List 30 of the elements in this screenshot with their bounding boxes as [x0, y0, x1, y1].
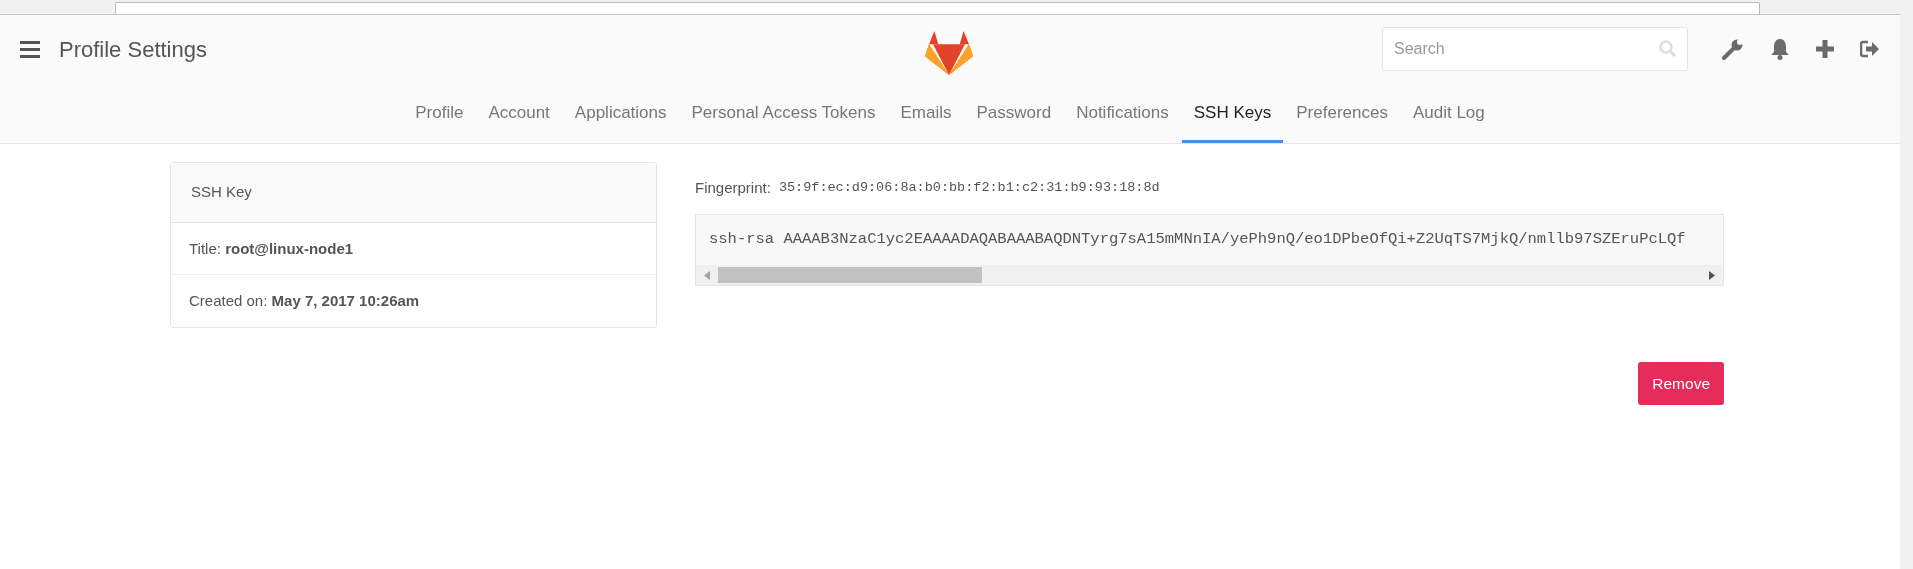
search-field[interactable]: Search: [1382, 27, 1688, 71]
plus-icon[interactable]: [1816, 40, 1834, 58]
menu-icon[interactable]: [20, 40, 40, 58]
bell-icon[interactable]: [1770, 38, 1790, 60]
remove-button[interactable]: Remove: [1638, 362, 1724, 405]
nav-tab[interactable]: Password: [964, 83, 1064, 143]
nav-tab[interactable]: Profile: [403, 83, 476, 143]
page-title: Profile Settings: [59, 35, 207, 64]
fingerprint-label: Fingerprint:: [695, 177, 771, 198]
fingerprint-value: 35:9f:ec:d9:06:8a:b0:bb:f2:b1:c2:31:b9:93:18:8d: [778, 178, 1160, 197]
nav-tab[interactable]: SSH Keys: [1181, 83, 1284, 143]
nav-tab[interactable]: Preferences: [1284, 83, 1400, 143]
nav-tab[interactable]: Personal Access Tokens: [679, 83, 888, 143]
scrollbar-thumb[interactable]: [718, 267, 982, 283]
detail-row: Title: root@linux-node1: [171, 223, 656, 275]
public-key: ssh-rsa AAAAB3NzaC1yc2EAAAADAQABAAABAQDNTyrg7sA15mMNnIA/yePh9nQ/eo1DPbeOfQi+Z2UqTS7MjkQ/nmllb97SZEruPcLQf: [696, 215, 1723, 265]
detail-row-text: Created on: May 7, 2017 10:26am: [188, 291, 421, 311]
nav-tab[interactable]: Audit Log: [1400, 83, 1497, 143]
sign-out-icon[interactable]: [1860, 40, 1880, 58]
search-icon: [1659, 40, 1676, 57]
card-heading: SSH Key: [171, 163, 656, 223]
nav-tab[interactable]: Account: [476, 83, 562, 143]
logo-icon[interactable]: [925, 31, 973, 75]
scrollbar-track[interactable]: [1900, 0, 1913, 569]
nav-tab[interactable]: Emails: [888, 83, 964, 143]
nav-tab[interactable]: Notifications: [1064, 83, 1181, 143]
scrollbar[interactable]: [696, 265, 1723, 285]
nav-tab[interactable]: Applications: [562, 83, 679, 143]
scroll-right-icon[interactable]: [1709, 270, 1715, 280]
wrench-icon[interactable]: [1722, 38, 1744, 60]
